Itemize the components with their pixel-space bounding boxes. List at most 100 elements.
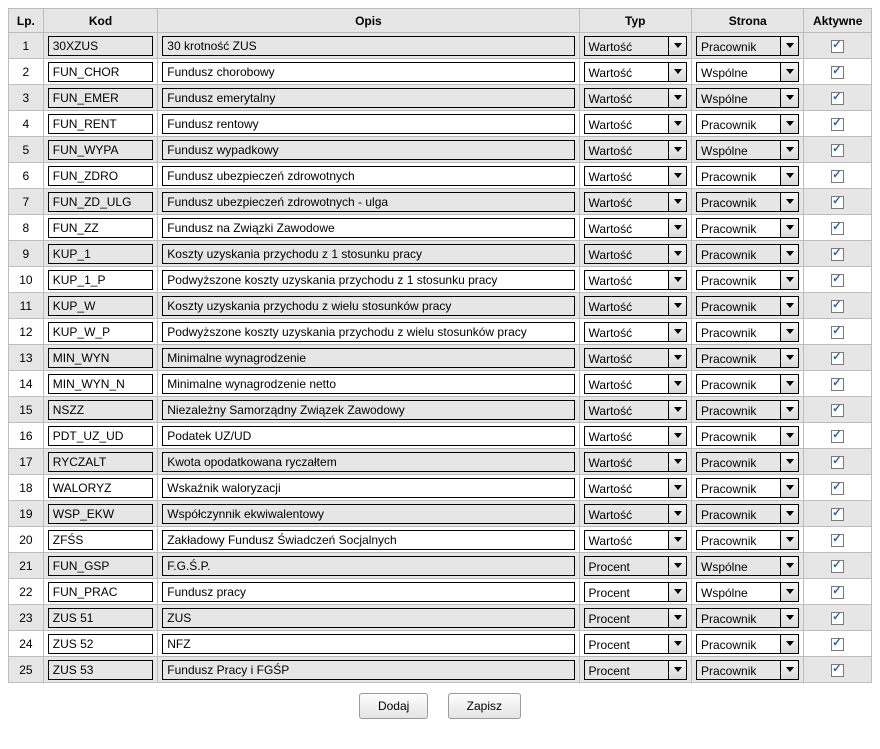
opis-input[interactable]	[162, 322, 574, 342]
typ-select[interactable]: Wartość	[584, 426, 687, 446]
kod-input[interactable]	[48, 88, 154, 108]
strona-select[interactable]: Wspólne	[696, 556, 799, 576]
opis-input[interactable]	[162, 660, 574, 680]
opis-input[interactable]	[162, 374, 574, 394]
opis-input[interactable]	[162, 218, 574, 238]
chevron-down-icon[interactable]	[780, 661, 798, 679]
chevron-down-icon[interactable]	[668, 271, 686, 289]
aktywne-checkbox[interactable]	[831, 92, 844, 105]
chevron-down-icon[interactable]	[668, 583, 686, 601]
strona-select[interactable]: Pracownik	[696, 478, 799, 498]
kod-input[interactable]	[48, 452, 154, 472]
chevron-down-icon[interactable]	[780, 271, 798, 289]
chevron-down-icon[interactable]	[668, 661, 686, 679]
chevron-down-icon[interactable]	[668, 115, 686, 133]
aktywne-checkbox[interactable]	[831, 170, 844, 183]
kod-input[interactable]	[48, 374, 154, 394]
opis-input[interactable]	[162, 504, 574, 524]
chevron-down-icon[interactable]	[668, 245, 686, 263]
chevron-down-icon[interactable]	[668, 479, 686, 497]
aktywne-checkbox[interactable]	[831, 612, 844, 625]
kod-input[interactable]	[48, 218, 154, 238]
typ-select[interactable]: Wartość	[584, 478, 687, 498]
opis-input[interactable]	[162, 244, 574, 264]
opis-input[interactable]	[162, 452, 574, 472]
opis-input[interactable]	[162, 608, 574, 628]
aktywne-checkbox[interactable]	[831, 248, 844, 261]
chevron-down-icon[interactable]	[780, 583, 798, 601]
aktywne-checkbox[interactable]	[831, 40, 844, 53]
chevron-down-icon[interactable]	[668, 89, 686, 107]
typ-select[interactable]: Wartość	[584, 530, 687, 550]
chevron-down-icon[interactable]	[780, 505, 798, 523]
chevron-down-icon[interactable]	[668, 63, 686, 81]
chevron-down-icon[interactable]	[668, 193, 686, 211]
chevron-down-icon[interactable]	[780, 141, 798, 159]
opis-input[interactable]	[162, 348, 574, 368]
aktywne-checkbox[interactable]	[831, 118, 844, 131]
typ-select[interactable]: Wartość	[584, 62, 687, 82]
strona-select[interactable]: Wspólne	[696, 88, 799, 108]
typ-select[interactable]: Wartość	[584, 88, 687, 108]
strona-select[interactable]: Wspólne	[696, 140, 799, 160]
chevron-down-icon[interactable]	[780, 193, 798, 211]
typ-select[interactable]: Wartość	[584, 114, 687, 134]
aktywne-checkbox[interactable]	[831, 196, 844, 209]
kod-input[interactable]	[48, 140, 154, 160]
strona-select[interactable]: Pracownik	[696, 348, 799, 368]
strona-select[interactable]: Pracownik	[696, 322, 799, 342]
kod-input[interactable]	[48, 634, 154, 654]
kod-input[interactable]	[48, 400, 154, 420]
chevron-down-icon[interactable]	[668, 531, 686, 549]
strona-select[interactable]: Wspólne	[696, 582, 799, 602]
strona-select[interactable]: Pracownik	[696, 452, 799, 472]
chevron-down-icon[interactable]	[668, 349, 686, 367]
opis-input[interactable]	[162, 400, 574, 420]
chevron-down-icon[interactable]	[780, 453, 798, 471]
chevron-down-icon[interactable]	[780, 401, 798, 419]
chevron-down-icon[interactable]	[668, 505, 686, 523]
chevron-down-icon[interactable]	[780, 427, 798, 445]
strona-select[interactable]: Pracownik	[696, 374, 799, 394]
aktywne-checkbox[interactable]	[831, 638, 844, 651]
add-button[interactable]: Dodaj	[359, 693, 428, 719]
typ-select[interactable]: Procent	[584, 634, 687, 654]
strona-select[interactable]: Pracownik	[696, 114, 799, 134]
aktywne-checkbox[interactable]	[831, 664, 844, 677]
strona-select[interactable]: Pracownik	[696, 270, 799, 290]
opis-input[interactable]	[162, 426, 574, 446]
opis-input[interactable]	[162, 556, 574, 576]
typ-select[interactable]: Wartość	[584, 400, 687, 420]
chevron-down-icon[interactable]	[780, 323, 798, 341]
strona-select[interactable]: Pracownik	[696, 426, 799, 446]
strona-select[interactable]: Pracownik	[696, 608, 799, 628]
aktywne-checkbox[interactable]	[831, 404, 844, 417]
chevron-down-icon[interactable]	[668, 141, 686, 159]
aktywne-checkbox[interactable]	[831, 586, 844, 599]
typ-select[interactable]: Wartość	[584, 270, 687, 290]
kod-input[interactable]	[48, 322, 154, 342]
strona-select[interactable]: Pracownik	[696, 660, 799, 680]
chevron-down-icon[interactable]	[668, 219, 686, 237]
chevron-down-icon[interactable]	[780, 635, 798, 653]
chevron-down-icon[interactable]	[780, 297, 798, 315]
typ-select[interactable]: Wartość	[584, 348, 687, 368]
aktywne-checkbox[interactable]	[831, 508, 844, 521]
typ-select[interactable]: Wartość	[584, 244, 687, 264]
typ-select[interactable]: Wartość	[584, 504, 687, 524]
opis-input[interactable]	[162, 166, 574, 186]
kod-input[interactable]	[48, 114, 154, 134]
typ-select[interactable]: Wartość	[584, 192, 687, 212]
typ-select[interactable]: Wartość	[584, 296, 687, 316]
typ-select[interactable]: Procent	[584, 582, 687, 602]
chevron-down-icon[interactable]	[668, 453, 686, 471]
chevron-down-icon[interactable]	[780, 37, 798, 55]
chevron-down-icon[interactable]	[668, 323, 686, 341]
kod-input[interactable]	[48, 660, 154, 680]
aktywne-checkbox[interactable]	[831, 430, 844, 443]
kod-input[interactable]	[48, 270, 154, 290]
strona-select[interactable]: Pracownik	[696, 634, 799, 654]
opis-input[interactable]	[162, 478, 574, 498]
chevron-down-icon[interactable]	[780, 89, 798, 107]
chevron-down-icon[interactable]	[780, 115, 798, 133]
